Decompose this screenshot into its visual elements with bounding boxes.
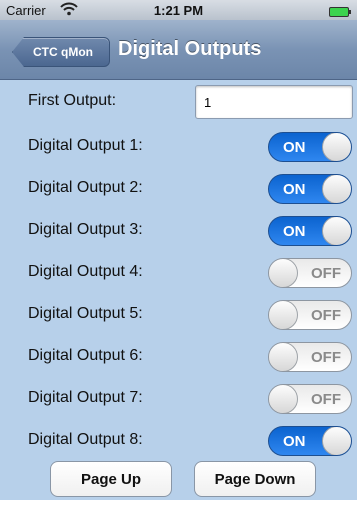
- navigation-bar: CTC qMon Digital Outputs: [0, 20, 357, 80]
- toggle-knob: [269, 343, 298, 371]
- output-row-1: Digital Output 1: ON: [0, 130, 357, 162]
- output-toggle-2[interactable]: ON: [268, 174, 352, 204]
- output-row-4: Digital Output 4: OFF: [0, 256, 357, 288]
- toggle-state-text: OFF: [311, 391, 341, 408]
- output-row-5: Digital Output 5: OFF: [0, 298, 357, 330]
- screen: Carrier 1:21 PM CTC qMon Digital Outputs…: [0, 0, 357, 515]
- toggle-knob: [322, 217, 351, 245]
- output-toggle-7[interactable]: OFF: [268, 384, 352, 414]
- toggle-state-text: OFF: [311, 307, 341, 324]
- output-row-3: Digital Output 3: ON: [0, 214, 357, 246]
- toggle-knob: [269, 385, 298, 413]
- toggle-state-text: ON: [283, 433, 306, 450]
- toggle-knob: [269, 301, 298, 329]
- first-output-input[interactable]: [195, 85, 353, 119]
- toggle-knob: [322, 133, 351, 161]
- first-output-label: First Output:: [28, 92, 117, 109]
- output-label-2: Digital Output 2:: [28, 179, 143, 196]
- toggle-knob: [322, 175, 351, 203]
- output-label-4: Digital Output 4:: [28, 263, 143, 280]
- toggle-knob: [269, 259, 298, 287]
- page-down-button[interactable]: Page Down: [194, 461, 316, 497]
- output-label-3: Digital Output 3:: [28, 221, 143, 238]
- toggle-state-text: ON: [283, 181, 306, 198]
- output-label-6: Digital Output 6:: [28, 347, 143, 364]
- clock: 1:21 PM: [153, 3, 204, 18]
- output-row-6: Digital Output 6: OFF: [0, 340, 357, 372]
- output-toggle-1[interactable]: ON: [268, 132, 352, 162]
- toggle-state-text: OFF: [311, 265, 341, 282]
- page-up-button[interactable]: Page Up: [50, 461, 172, 497]
- back-button[interactable]: CTC qMon: [12, 37, 110, 67]
- toggle-knob: [322, 427, 351, 455]
- output-toggle-5[interactable]: OFF: [268, 300, 352, 330]
- page-title: Digital Outputs: [118, 38, 262, 60]
- output-label-7: Digital Output 7:: [28, 389, 143, 406]
- output-row-7: Digital Output 7: OFF: [0, 382, 357, 414]
- output-row-8: Digital Output 8: ON: [0, 424, 357, 456]
- toggle-state-text: ON: [283, 139, 306, 156]
- output-toggle-3[interactable]: ON: [268, 216, 352, 246]
- status-bar: Carrier 1:21 PM: [0, 0, 357, 20]
- content-area: First Output: Digital Output 1: ON Digit…: [0, 80, 357, 500]
- output-row-2: Digital Output 2: ON: [0, 172, 357, 204]
- output-label-8: Digital Output 8:: [28, 431, 143, 448]
- output-toggle-8[interactable]: ON: [268, 426, 352, 456]
- toggle-state-text: ON: [283, 223, 306, 240]
- battery-icon: [329, 5, 351, 17]
- output-toggle-4[interactable]: OFF: [268, 258, 352, 288]
- output-label-1: Digital Output 1:: [28, 137, 143, 154]
- toggle-state-text: OFF: [311, 349, 341, 366]
- output-toggle-6[interactable]: OFF: [268, 342, 352, 372]
- output-label-5: Digital Output 5:: [28, 305, 143, 322]
